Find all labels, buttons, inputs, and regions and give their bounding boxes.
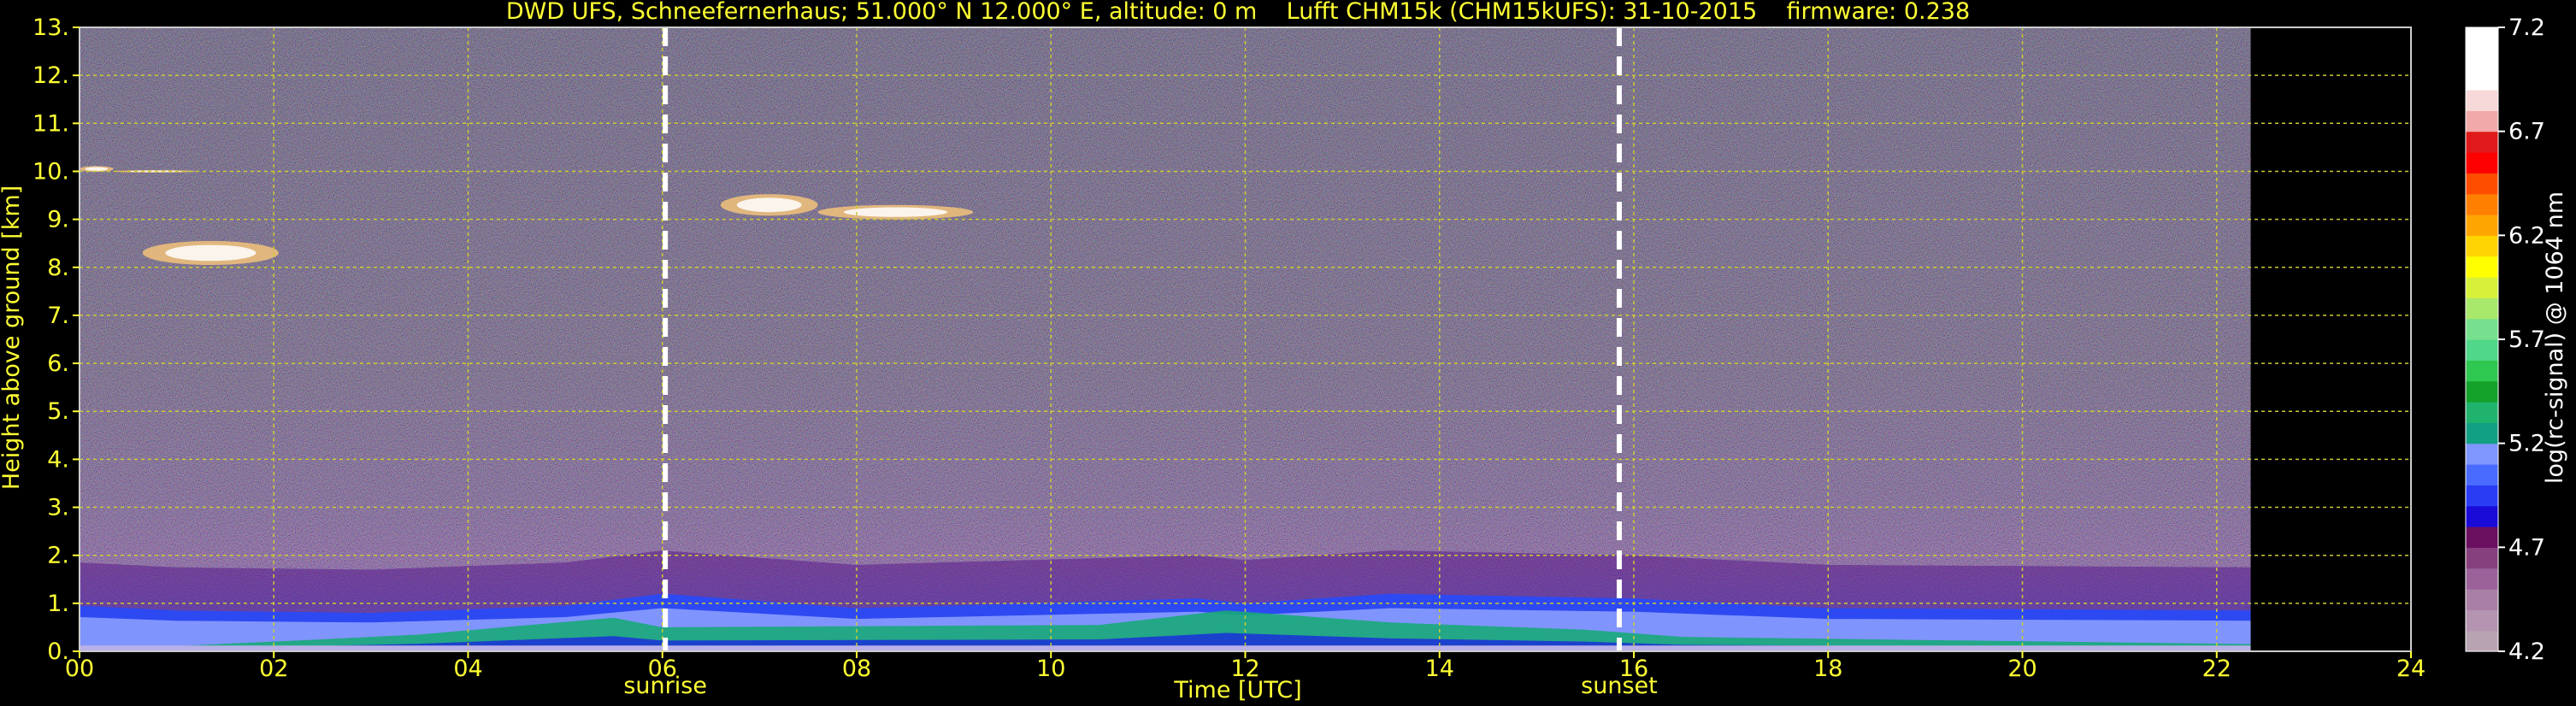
colorbar-swatch: [2466, 527, 2498, 548]
colorbar-swatch: [2466, 443, 2498, 465]
colorbar-label: log(rc-signal) @ 1064 nm: [2542, 191, 2568, 484]
colorbar-swatch: [2466, 90, 2498, 111]
y-tick-label: 4.: [47, 446, 69, 473]
y-tick-label: 2.: [47, 543, 69, 569]
colorbar-swatch: [2466, 547, 2498, 569]
colorbar-swatch: [2466, 402, 2498, 423]
colorbar-swatch: [2466, 152, 2498, 174]
y-tick-label: 3.: [47, 495, 69, 521]
colorbar-swatch: [2466, 173, 2498, 195]
colorbar: 7.2 6.7 6.2 5.7 5.2 4.7 4.2: [2465, 15, 2545, 665]
colorbar-tick-label: 6.7: [2508, 119, 2545, 145]
colorbar-swatch: [2466, 215, 2498, 236]
y-tick-label: 5.: [47, 398, 69, 425]
cloud-core-0: [85, 167, 109, 171]
colorbar-swatch: [2466, 131, 2498, 153]
colorbar-swatch: [2466, 318, 2498, 340]
x-tick-label: 20: [2007, 656, 2037, 682]
ceilometer-chart: sunrise sunset 00 02 04 06 08 10 12 14 16 18 20 22 24…: [0, 0, 2568, 703]
colorbar-swatch: [2466, 380, 2498, 403]
x-tick-label: 18: [1813, 656, 1842, 682]
x-tick-label: 22: [2202, 656, 2231, 682]
y-axis-label: Height above ground [km]: [0, 185, 25, 490]
y-tick-label: 9.: [47, 207, 69, 233]
y-tick-label: 13.: [32, 15, 69, 41]
colorbar-tick-label: 6.2: [2508, 222, 2545, 249]
cloud-core-3: [736, 197, 802, 213]
colorbar-swatch: [2466, 464, 2498, 485]
colorbar-tick-label: 4.7: [2508, 534, 2545, 561]
y-tick-label: 1.: [47, 591, 69, 617]
colorbar-swatch: [2466, 27, 2498, 49]
x-tick-label: 16: [1619, 656, 1648, 682]
signal-field: [80, 27, 2251, 651]
colorbar-swatch: [2466, 360, 2498, 382]
y-tick-label: 11.: [32, 110, 69, 137]
colorbar-swatch: [2466, 568, 2498, 590]
colorbar-swatch: [2466, 235, 2498, 257]
colorbar-swatch: [2466, 630, 2498, 652]
x-tick-label: 02: [259, 656, 288, 682]
chart-title: DWD UFS, Schneefernerhaus; 51.000° N 12.…: [506, 0, 1970, 25]
colorbar-swatch: [2466, 277, 2498, 298]
colorbar-swatch: [2466, 505, 2498, 527]
x-tick-label: 06: [648, 656, 677, 682]
plot-area: [80, 27, 2411, 651]
colorbar-tick-label: 4.2: [2508, 638, 2545, 665]
x-tick-label: 14: [1425, 656, 1454, 682]
cloud-core-4: [843, 207, 948, 217]
y-tick-label: 0.: [47, 638, 69, 665]
colorbar-swatch: [2466, 48, 2498, 70]
cloud-core-2: [165, 244, 256, 262]
near-ground-layer: [80, 645, 2251, 651]
colorbar-swatch: [2466, 422, 2498, 444]
colorbar-swatch: [2466, 609, 2498, 632]
y-tick-label: 8.: [47, 255, 69, 281]
colorbar-tick-label: 5.2: [2508, 431, 2545, 457]
x-tick-label: 24: [2396, 656, 2426, 682]
y-tick-label: 6.: [47, 350, 69, 377]
colorbar-swatch: [2466, 485, 2498, 507]
x-tick-label: 08: [842, 656, 871, 682]
colorbar-swatch: [2466, 68, 2498, 91]
x-tick-label: 04: [453, 656, 482, 682]
colorbar-swatch: [2466, 110, 2498, 132]
colorbar-tick-label: 5.7: [2508, 327, 2545, 353]
colorbar-swatch: [2466, 256, 2498, 278]
colorbar-swatch: [2466, 297, 2498, 320]
colorbar-tick-label: 7.2: [2508, 15, 2545, 41]
y-tick-label: 12.: [32, 62, 69, 89]
colorbar-swatch: [2466, 589, 2498, 610]
x-tick-label: 10: [1036, 656, 1065, 682]
colorbar-swatch: [2466, 339, 2498, 361]
colorbar-swatch: [2466, 193, 2498, 215]
y-tick-label: 7.: [47, 303, 69, 329]
y-tick-label: 10.: [32, 158, 69, 185]
x-axis-label: Time [UTC]: [1173, 677, 1301, 703]
